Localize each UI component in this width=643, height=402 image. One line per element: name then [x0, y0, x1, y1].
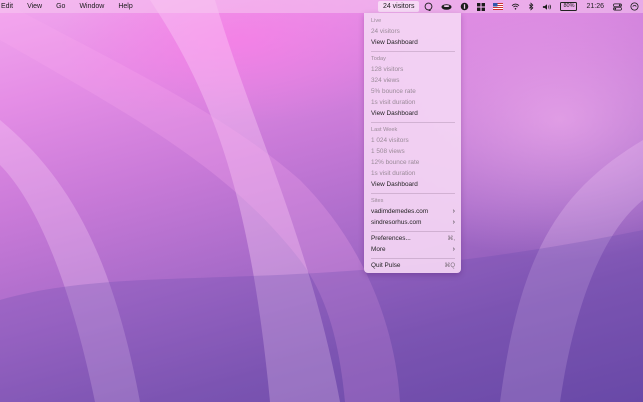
input-source-status-item[interactable]	[490, 1, 506, 12]
clock[interactable]: 21:26	[582, 1, 608, 12]
volume-status-item[interactable]	[539, 1, 555, 12]
last-week-visitors: 1 024 visitors	[371, 137, 409, 144]
today-visitors: 128 visitors	[371, 66, 404, 73]
wifi-status-item[interactable]	[508, 1, 523, 12]
site-item[interactable]: sindresorhus.com ›	[371, 218, 455, 227]
siri-icon	[630, 2, 639, 11]
today-bounce-rate: 5% bounce rate	[371, 88, 416, 95]
last-week-view-dashboard[interactable]: View Dashboard	[371, 180, 455, 189]
site-item-label: vadimdemedes.com	[371, 208, 429, 215]
chevron-right-icon: ›	[452, 246, 455, 253]
pulse-icon	[425, 2, 433, 11]
menu-window[interactable]: Window	[72, 0, 111, 13]
bluetooth-status-item[interactable]	[525, 1, 537, 12]
today-views: 324 views	[371, 77, 400, 84]
last-week-visit-duration: 1s visit duration	[371, 170, 416, 177]
menu-edit[interactable]: Edit	[0, 0, 20, 13]
battery-icon: 80%	[560, 2, 578, 11]
today-visit-duration: 1s visit duration	[371, 99, 416, 106]
visitors-count-label: 24 visitors	[382, 3, 415, 10]
battery-status-item[interactable]: 80%	[557, 1, 580, 12]
wallpaper	[0, 0, 643, 402]
pulse-status-item[interactable]	[421, 1, 436, 12]
menu-bar: Edit View Go Window Help 24 visitors 80%…	[0, 0, 643, 13]
menu-help[interactable]: Help	[111, 0, 139, 13]
menu-view[interactable]: View	[20, 0, 49, 13]
grid-icon	[477, 2, 486, 11]
coffee-icon	[441, 3, 452, 10]
site-item-label: sindresorhus.com	[371, 219, 422, 226]
clock-label: 21:26	[586, 3, 604, 10]
preferences-menu-item[interactable]: Preferences... ⌘,	[371, 234, 455, 243]
pulse-visitors-status[interactable]: 24 visitors	[377, 1, 420, 12]
menu-go[interactable]: Go	[49, 0, 72, 13]
pulse-dropdown-menu: Live 24 visitors View Dashboard Today 12…	[364, 13, 461, 273]
volume-icon	[543, 3, 552, 10]
today-view-dashboard[interactable]: View Dashboard	[371, 109, 455, 118]
live-view-dashboard[interactable]: View Dashboard	[371, 38, 455, 47]
chevron-right-icon: ›	[452, 208, 455, 215]
wifi-icon	[512, 3, 520, 10]
live-visitors: 24 visitors	[371, 28, 400, 35]
separator	[371, 122, 455, 123]
coffee-status-item[interactable]	[438, 1, 455, 12]
siri-status-item[interactable]	[627, 1, 642, 12]
onepassword-status-item[interactable]	[457, 1, 472, 12]
preferences-shortcut: ⌘,	[447, 236, 455, 242]
chevron-right-icon: ›	[452, 219, 455, 226]
flag-icon	[493, 3, 504, 10]
control-center-status-item[interactable]	[610, 1, 625, 12]
last-week-bounce-rate: 12% bounce rate	[371, 159, 420, 166]
control-center-icon	[613, 2, 622, 11]
grid-status-item[interactable]	[474, 1, 488, 12]
section-header-sites: Sites	[371, 197, 384, 204]
quit-menu-item[interactable]: Quit Pulse ⌘Q	[371, 261, 455, 270]
section-header-last-week: Last Week	[371, 126, 398, 133]
separator	[371, 231, 455, 232]
more-label: More	[371, 246, 386, 253]
quit-label: Quit Pulse	[371, 262, 401, 269]
section-header-today: Today	[371, 55, 386, 62]
separator	[371, 258, 455, 259]
site-item[interactable]: vadimdemedes.com ›	[371, 207, 455, 216]
bluetooth-icon	[529, 2, 534, 11]
onepassword-icon	[461, 2, 469, 11]
more-menu-item[interactable]: More ›	[371, 245, 455, 254]
app-menus: Edit View Go Window Help	[0, 0, 140, 13]
separator	[371, 193, 455, 194]
section-header-live: Live	[371, 17, 382, 24]
separator	[371, 51, 455, 52]
quit-shortcut: ⌘Q	[444, 263, 455, 269]
last-week-views: 1 508 views	[371, 148, 405, 155]
status-area: 24 visitors 80% 21:26	[377, 0, 643, 13]
preferences-label: Preferences...	[371, 235, 411, 242]
